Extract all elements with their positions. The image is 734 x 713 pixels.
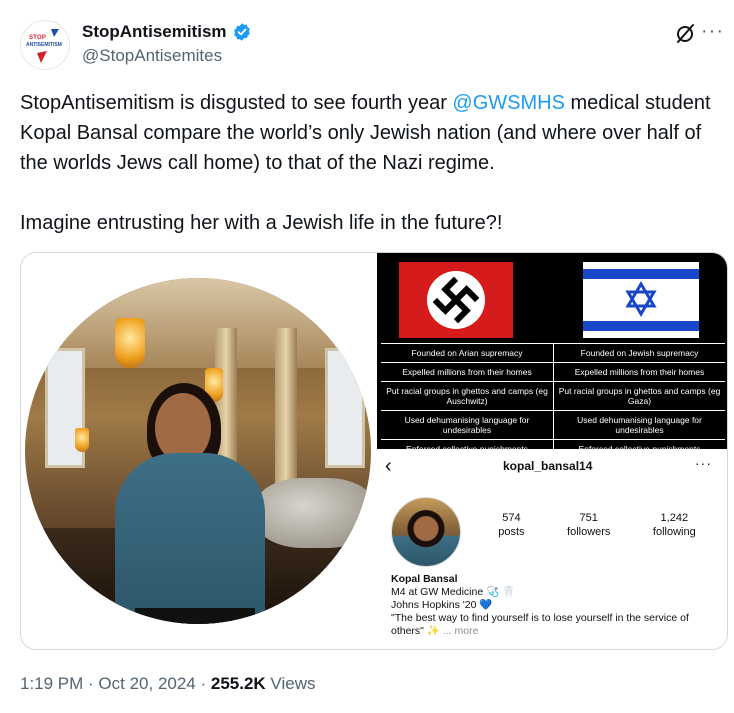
- stat-value: 1,242: [660, 512, 689, 524]
- author-handle[interactable]: @StopAntisemites: [82, 46, 222, 66]
- author-avatar[interactable]: STOP ANTISEMITISM: [20, 20, 70, 70]
- mention-link[interactable]: @GWSMHS: [452, 92, 565, 114]
- views-label: Views: [265, 674, 316, 693]
- comparison-cell-left: Used dehumanising language for undesirab…: [404, 415, 530, 435]
- comparison-cell-left: Founded on Arian supremacy: [411, 348, 523, 358]
- stat-posts: 574 posts: [498, 511, 524, 539]
- stat-label: following: [652, 526, 696, 538]
- stat-value: 574: [502, 512, 521, 524]
- ellipsis-icon: ···: [695, 455, 712, 471]
- flags-comparison-panel: Founded on Arian supremacy Founded on Je…: [377, 253, 727, 459]
- stat-label: followers: [567, 526, 611, 538]
- comparison-cell-left: Expelled millions from their homes: [402, 367, 532, 377]
- stat-label: posts: [498, 526, 525, 538]
- bio-quote: "The best way to find yourself is to los…: [391, 612, 721, 638]
- star-of-david-icon: [625, 281, 657, 317]
- media-image-portrait[interactable]: [21, 253, 373, 649]
- photo-window: [325, 348, 365, 468]
- bio-line: M4 at GW Medicine 🩺 🦷: [391, 586, 516, 598]
- comparison-row: Founded on Arian supremacy Founded on Je…: [381, 343, 725, 362]
- photo-pants: [135, 608, 255, 624]
- photo-sweater: [115, 453, 265, 624]
- comparison-table: Founded on Arian supremacy Founded on Je…: [381, 343, 725, 459]
- grok-icon[interactable]: [674, 22, 696, 44]
- back-chevron-icon: ‹: [385, 455, 392, 477]
- tweet-text: StopAntisemitism is disgusted to see fou…: [20, 88, 720, 238]
- comparison-cell-right: Put racial groups in ghettos and camps (…: [553, 382, 725, 410]
- author-display-name[interactable]: StopAntisemitism: [82, 22, 227, 42]
- photo-lamp: [75, 428, 89, 452]
- comparison-cell-right: Founded on Jewish supremacy: [553, 344, 725, 362]
- views-count: 255.2K: [210, 674, 266, 693]
- tweet-paragraph-2: Imagine entrusting her with a Jewish lif…: [20, 212, 503, 234]
- swastika-icon: [432, 276, 480, 324]
- bio-text: "The best way to find yourself is to los…: [391, 612, 689, 637]
- more-options-icon[interactable]: ···: [701, 20, 724, 43]
- comparison-row: Put racial groups in ghettos and camps (…: [381, 381, 725, 410]
- comparison-cell-right: Used dehumanising language for undesirab…: [553, 411, 725, 439]
- photo-lamp: [115, 318, 145, 368]
- comparison-cell-right: Expelled millions from their homes: [553, 363, 725, 381]
- comparison-row: Expelled millions from their homes Expel…: [381, 362, 725, 381]
- avatar-logo-line2: ANTISEMITISM: [26, 42, 62, 48]
- instagram-stats: 574 posts 751 followers 1,242 following: [477, 511, 717, 539]
- comparison-cell-left: Put racial groups in ghettos and camps (…: [386, 386, 548, 406]
- instagram-avatar: [391, 497, 461, 567]
- israel-flag-image: [583, 262, 699, 338]
- comparison-row: Used dehumanising language for undesirab…: [381, 410, 725, 439]
- instagram-bio: Kopal Bansal M4 at GW Medicine 🩺 🦷 Johns…: [391, 573, 721, 638]
- timestamp-link[interactable]: 1:19 PM · Oct 20, 2024 ·: [20, 674, 211, 693]
- instagram-username: kopal_bansal14: [503, 459, 593, 473]
- media-image-comparison[interactable]: Founded on Arian supremacy Founded on Je…: [377, 253, 727, 649]
- blue-heart-icon: 💙: [479, 599, 493, 611]
- flag-disc: [427, 271, 485, 329]
- avatar-logo-line1: STOP: [29, 35, 47, 41]
- stat-value: 751: [579, 512, 598, 524]
- bio-more-link: ... more: [442, 625, 479, 637]
- bio-line: Johns Hopkins '20 💙: [391, 599, 721, 612]
- tweet-meta: 1:19 PM · Oct 20, 2024 · 255.2K Views: [20, 674, 315, 694]
- bio-text: Johns Hopkins '20: [391, 599, 480, 611]
- nazi-flag-image: [399, 262, 513, 338]
- stat-following: 1,242 following: [653, 511, 696, 539]
- tweet-media[interactable]: Founded on Arian supremacy Founded on Je…: [20, 252, 728, 650]
- portrait-photo: [25, 278, 371, 624]
- tweet-paragraph-1: StopAntisemitism is disgusted to see fou…: [20, 88, 720, 178]
- verified-badge-icon[interactable]: [232, 22, 252, 42]
- tweet-text-segment: StopAntisemitism is disgusted to see fou…: [20, 92, 453, 114]
- stat-followers: 751 followers: [567, 511, 610, 539]
- photo-table: [255, 478, 371, 548]
- instagram-profile-screenshot: ‹ kopal_bansal14 ··· 574 posts 751 follo…: [377, 449, 727, 649]
- bio-name: Kopal Bansal: [391, 573, 458, 585]
